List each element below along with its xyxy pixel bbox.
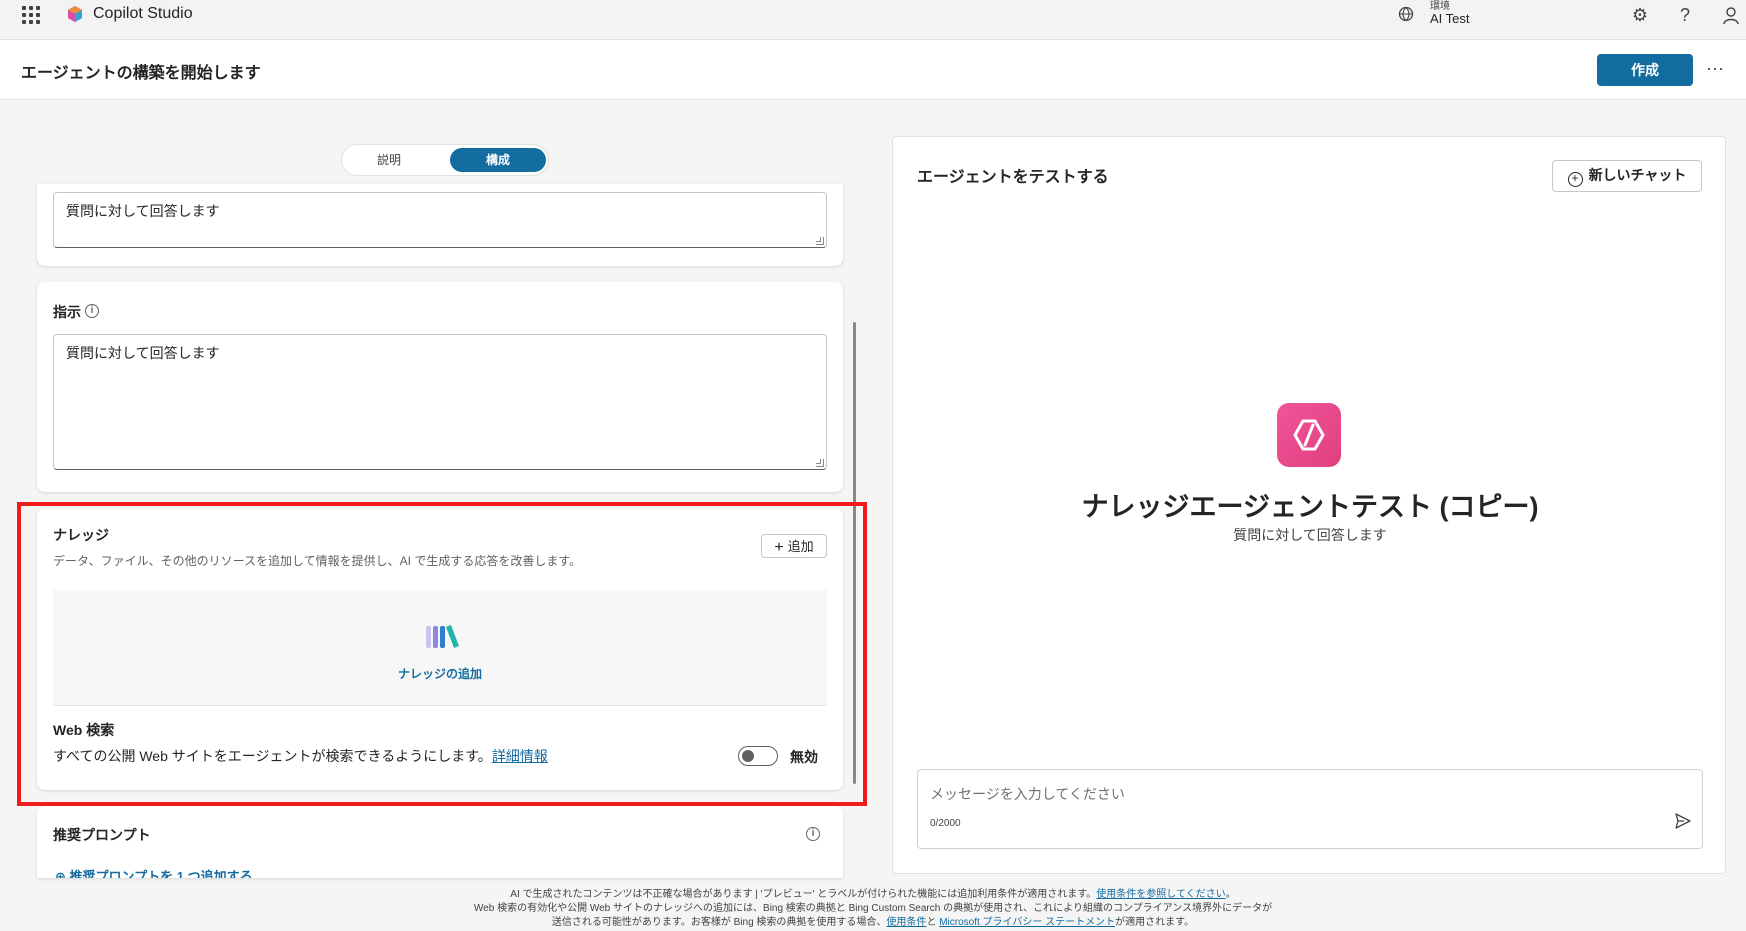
description-text: 質問に対して回答します xyxy=(66,203,220,219)
new-chat-button[interactable]: + 新しいチャット xyxy=(1552,160,1702,192)
suggested-prompts-title: 推奨プロンプト xyxy=(53,827,151,843)
tab-description[interactable]: 説明 xyxy=(350,148,428,172)
highlight-box xyxy=(17,502,867,806)
create-button[interactable]: 作成 xyxy=(1597,54,1693,86)
message-placeholder: メッセージを入力してください xyxy=(930,786,1125,802)
user-account-icon[interactable] xyxy=(1721,5,1741,25)
add-prompt-text: 推奨プロンプトを 1 つ追加する xyxy=(69,869,253,878)
agent-avatar-icon xyxy=(1277,403,1341,467)
instructions-text: 質問に対して回答します xyxy=(66,345,220,361)
test-panel-title: エージェントをテストする xyxy=(917,169,1109,186)
footer-text-3a: 送信される可能性があります。お客様が Bing 検索の典拠を使用する場合、 xyxy=(551,917,887,928)
footer-line-1: AI で生成されたコンテンツは不正確な場合があります | 'プレビュー' とラベ… xyxy=(510,889,1236,900)
mode-tabs: 説明 構成 xyxy=(341,144,549,176)
agent-description: 質問に対して回答します xyxy=(1233,527,1387,543)
tab-configure[interactable]: 構成 xyxy=(450,148,546,172)
terms-of-use-link[interactable]: 使用条件 xyxy=(886,917,926,928)
footer-line-2: Web 検索の有効化や公開 Web サイトのナレッジへの追加には、Bing 検索… xyxy=(473,903,1273,914)
more-options-icon[interactable]: ··· xyxy=(1706,58,1724,79)
environment-name[interactable]: AI Test xyxy=(1430,11,1470,26)
environment-icon[interactable] xyxy=(1398,6,1414,22)
info-icon[interactable]: i xyxy=(85,304,99,318)
instructions-card: 指示 i 質問に対して回答します xyxy=(37,282,843,492)
footer-text-3c: が適用されます。 xyxy=(1115,917,1195,928)
new-chat-label: 新しいチャット xyxy=(1588,167,1687,183)
test-agent-panel: エージェントをテストする + 新しいチャット ナレッジエージェントテスト (コピー… xyxy=(892,136,1726,874)
agent-name: ナレッジエージェントテスト (コピー) xyxy=(1081,492,1539,522)
resize-handle[interactable] xyxy=(816,459,824,467)
app-launcher-icon[interactable] xyxy=(22,6,40,24)
message-input[interactable]: メッセージを入力してください 0/2000 xyxy=(917,769,1703,849)
page-header: エージェントの構築を開始します 作成 ··· xyxy=(0,40,1746,100)
footer-line-3: 送信される可能性があります。お客様が Bing 検索の典拠を使用する場合、使用条… xyxy=(440,916,1306,930)
resize-handle[interactable] xyxy=(816,237,824,245)
help-icon[interactable]: ? xyxy=(1675,5,1695,25)
instructions-textarea[interactable]: 質問に対して回答します xyxy=(53,334,827,470)
info-icon[interactable]: i xyxy=(806,827,820,841)
app-title: Copilot Studio xyxy=(93,5,193,22)
add-prompt-link[interactable]: ⊕ 推奨プロンプトを 1 つ追加する xyxy=(55,866,253,878)
character-count: 0/2000 xyxy=(930,818,961,829)
footer-disclaimer: AI で生成されたコンテンツは不正確な場合があります | 'プレビュー' とラベ… xyxy=(440,888,1306,930)
footer-text-3b: と xyxy=(926,917,937,928)
terms-link[interactable]: 使用条件を参照してください xyxy=(1096,889,1225,900)
description-card: 質問に対して回答します xyxy=(37,184,843,266)
description-textarea[interactable]: 質問に対して回答します xyxy=(53,192,827,248)
page-title: エージェントの構築を開始します xyxy=(21,65,261,82)
privacy-statement-link[interactable]: Microsoft プライバシー ステートメント xyxy=(939,917,1115,928)
copilot-studio-logo-icon xyxy=(68,6,82,22)
top-bar: Copilot Studio 環境 AI Test ⚙ ? xyxy=(0,0,1746,40)
suggested-prompts-card: 推奨プロンプト i ⊕ 推奨プロンプトを 1 つ追加する xyxy=(37,806,843,878)
footer-text-1: AI で生成されたコンテンツは不正確な場合があります | 'プレビュー' とラベ… xyxy=(510,889,1097,900)
settings-gear-icon[interactable]: ⚙ xyxy=(1630,5,1650,25)
send-icon[interactable] xyxy=(1674,812,1692,830)
new-chat-icon: + xyxy=(1567,172,1583,187)
instructions-title: 指示 xyxy=(53,304,81,320)
